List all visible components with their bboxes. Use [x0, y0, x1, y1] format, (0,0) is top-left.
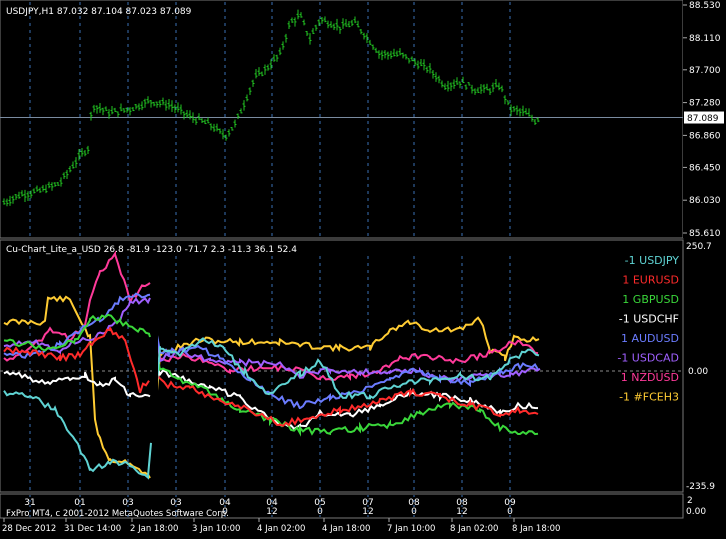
indicator-panel[interactable]: Cu-Chart_Lite_a_USD 26.8 -81.9 -123.0 -7…	[0, 239, 684, 493]
terminal-chart-window: USDJPY,H1 87.032 87.104 87.023 87.089 88…	[0, 0, 726, 534]
sub-hour-label: 0	[411, 507, 417, 517]
legend-item: -1 USDJPY	[625, 254, 680, 267]
price-level-label: 86.030	[689, 196, 721, 206]
sub-panel[interactable]: 31 01 03 03 04 04 05 07 08 08 09 0 12 0 12 0 12 0 FxPro …	[0, 493, 706, 519]
price-level-label: 86.860	[689, 131, 721, 141]
price-level-label: 85.610	[689, 229, 721, 239]
main-chart-title: USDJPY,H1 87.032 87.104 87.023 87.089	[6, 7, 192, 17]
sub-hour-label: 12	[266, 507, 277, 517]
legend-item: 1 AUDUSD	[621, 332, 679, 345]
time-axis: 28 Dec 2012 31 Dec 14:00 2 Jan 18:00 3 Jan …	[2, 518, 560, 534]
price-level-label: 87.280	[689, 99, 721, 109]
sub-hour-label: 0	[507, 507, 513, 517]
time-axis-label: 31 Dec 14:00	[64, 524, 121, 534]
indicator-axis: 250.7 0.00 -235.9	[686, 242, 715, 492]
time-axis-label: 8 Jan 18:00	[512, 524, 560, 534]
time-axis-label: 2 Jan 18:00	[130, 524, 178, 534]
time-axis-label: 4 Jan 18:00	[322, 524, 370, 534]
time-axis-label: 8 Jan 02:00	[450, 524, 498, 534]
legend-item: -1 USDCAD	[617, 352, 679, 365]
ind-axis-top: 250.7	[686, 242, 712, 252]
sub-hour-label: 12	[362, 507, 373, 517]
current-price-tag-text: 87.089	[687, 114, 719, 124]
main-price-panel[interactable]: USDJPY,H1 87.032 87.104 87.023 87.089	[0, 0, 684, 239]
sub-axis-zero: 0.00	[686, 507, 706, 517]
ind-axis-zero: 0.00	[688, 367, 708, 377]
price-level-label: 87.700	[689, 66, 721, 76]
sub-axis-top: 2	[687, 496, 693, 506]
price-level-label: 88.110	[689, 34, 721, 44]
sub-hour-label: 0	[317, 507, 323, 517]
copyright-text: FxPro MT4, c 2001-2012 MetaQuotes Softwa…	[6, 509, 229, 519]
time-axis-label: 4 Jan 02:00	[257, 524, 305, 534]
legend-item: -1 USDCHF	[619, 313, 679, 326]
legend-item: 1 NZDUSD	[621, 371, 679, 384]
legend-item: 1 GBPUSD	[622, 293, 679, 306]
indicator-title: Cu-Chart_Lite_a_USD 26.8 -81.9 -123.0 -7…	[6, 245, 297, 255]
sub-day-label: 01	[74, 498, 85, 508]
time-axis-label: 3 Jan 10:00	[192, 524, 240, 534]
legend-item: -1 #FCEH3	[619, 391, 679, 404]
time-axis-label: 7 Jan 10:00	[387, 524, 435, 534]
price-level-label: 88.530	[689, 1, 721, 11]
time-axis-label: 28 Dec 2012	[2, 524, 56, 534]
legend-item: 1 EURUSD	[622, 274, 679, 287]
sub-day-label: 03	[122, 498, 133, 508]
price-level-label: 86.450	[689, 163, 721, 173]
sub-day-label: 03	[170, 498, 181, 508]
sub-hour-label: 12	[456, 507, 467, 517]
ind-axis-bottom: -235.9	[686, 482, 715, 492]
price-axis: 88.530 88.110 87.700 87.280 86.860 86.450 86.0…	[683, 0, 726, 239]
sub-day-label: 31	[24, 498, 35, 508]
